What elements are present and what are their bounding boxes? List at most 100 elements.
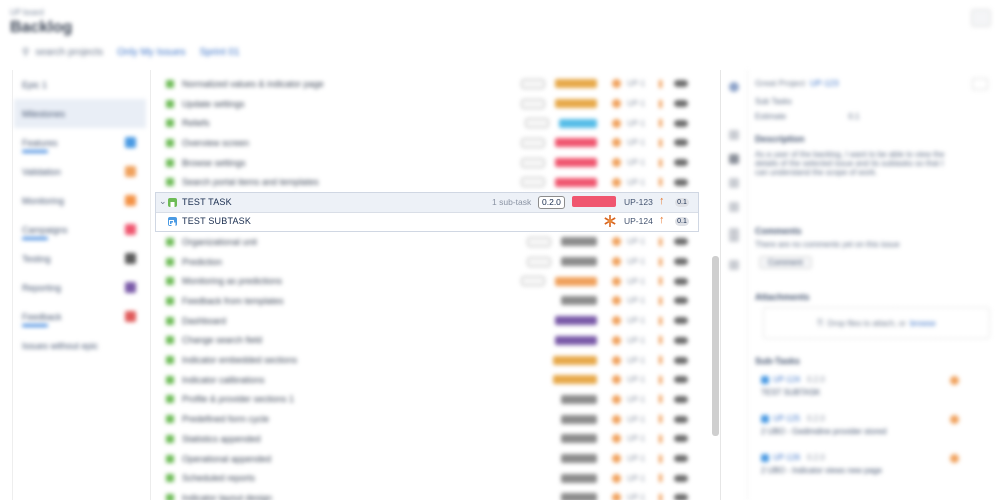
- subtask-key[interactable]: UP-124: [773, 375, 800, 384]
- chevron-down-icon[interactable]: ⌄: [159, 196, 167, 207]
- assignee-avatar[interactable]: [612, 257, 621, 267]
- issue-key[interactable]: UP-1: [627, 79, 645, 88]
- assignee-avatar[interactable]: [603, 214, 617, 228]
- subtasks-icon[interactable]: [729, 228, 739, 242]
- list-scrollbar[interactable]: [712, 256, 719, 436]
- attachments-dropzone[interactable]: ⎘ Drop files to attach, or browse: [763, 307, 990, 339]
- issue-key[interactable]: UP-1: [627, 375, 645, 384]
- issue-key[interactable]: UP-1: [627, 277, 645, 286]
- assignee-avatar[interactable]: [612, 473, 621, 483]
- assignee-avatar[interactable]: [612, 118, 621, 128]
- description-icon[interactable]: [729, 154, 739, 164]
- issue-key[interactable]: UP-1: [627, 296, 645, 305]
- task-row[interactable]: Dashboard UP-1: [157, 311, 697, 331]
- epic-item[interactable]: Campaigns: [14, 215, 146, 244]
- assignee-avatar[interactable]: [612, 99, 621, 109]
- issue-key[interactable]: UP-1: [627, 395, 645, 404]
- assignee-avatar[interactable]: [612, 454, 621, 464]
- header-menu-button[interactable]: [971, 9, 991, 27]
- search-field[interactable]: ⚲ search projects: [22, 47, 103, 58]
- issue-key[interactable]: UP-1: [627, 158, 645, 167]
- task-row[interactable]: Update settings UP-1: [157, 94, 697, 114]
- selected-subtask-row[interactable]: TEST SUBTASK UP-124 ↑ 0.1: [156, 212, 698, 231]
- assignee-avatar[interactable]: [612, 296, 621, 306]
- task-row[interactable]: Feedback from templates UP-1: [157, 291, 697, 311]
- assignee-avatar[interactable]: [612, 375, 621, 385]
- assignee-avatar[interactable]: [950, 454, 959, 463]
- details-icon[interactable]: [729, 130, 739, 140]
- subtask-key[interactable]: UP-126: [773, 453, 800, 462]
- task-row[interactable]: Prediction UP-1: [157, 252, 697, 272]
- epic-item[interactable]: Monitoring: [14, 186, 146, 215]
- links-icon[interactable]: [729, 260, 739, 270]
- issue-key[interactable]: UP-1: [627, 257, 645, 266]
- issue-key[interactable]: UP-1: [627, 99, 645, 108]
- epic-item[interactable]: Issues without epic: [14, 331, 146, 360]
- issue-key[interactable]: UP-1: [627, 474, 645, 483]
- epic-item[interactable]: Milestones: [14, 99, 146, 128]
- epic-item[interactable]: Epic 1: [14, 70, 146, 99]
- breadcrumb[interactable]: UP board: [10, 8, 44, 17]
- task-row[interactable]: Profile & provider sections 1 UP-1: [157, 390, 697, 410]
- assignee-avatar[interactable]: [612, 276, 621, 286]
- assignee-avatar[interactable]: [612, 414, 621, 424]
- issue-key[interactable]: UP-1: [627, 454, 645, 463]
- close-icon[interactable]: [972, 78, 988, 90]
- epic-item[interactable]: Validation: [14, 157, 146, 186]
- assignee-avatar[interactable]: [612, 316, 621, 326]
- subtask-item[interactable]: UP-125 0.2.0 2 UBO - Gedimdine provider st…: [761, 413, 981, 443]
- task-row[interactable]: Change search field UP-1: [157, 331, 697, 351]
- task-row[interactable]: Scheduled reports UP-1: [157, 468, 697, 488]
- task-row[interactable]: Normalized values & indicator page UP-1: [157, 74, 697, 94]
- task-row[interactable]: Monitoring as predictions UP-1: [157, 271, 697, 291]
- attachments-icon[interactable]: [729, 202, 739, 212]
- epic-item[interactable]: Testing: [14, 244, 146, 273]
- panel-toggle-strip[interactable]: [0, 70, 13, 500]
- subtask-item[interactable]: UP-124 0.2.0 TEST SUBTASK: [761, 374, 981, 404]
- epic-item[interactable]: Features: [14, 128, 146, 157]
- issue-key[interactable]: UP-1: [627, 434, 645, 443]
- assignee-avatar[interactable]: [612, 355, 621, 365]
- assignee-avatar[interactable]: [950, 376, 959, 385]
- issue-key[interactable]: UP-1: [627, 493, 645, 500]
- task-row[interactable]: Overview screen UP-1: [157, 133, 697, 153]
- task-row[interactable]: Search portal items and templates UP-1: [157, 173, 697, 193]
- quick-filter-2[interactable]: Sprint 01: [200, 47, 240, 58]
- task-row[interactable]: Statistics appended UP-1: [157, 429, 697, 449]
- issue-key[interactable]: UP-1: [627, 415, 645, 424]
- issue-key[interactable]: UP-1: [627, 356, 645, 365]
- issue-key[interactable]: UP-1: [627, 119, 645, 128]
- selected-task-row[interactable]: ⌄ TEST TASK 1 sub-task 0.2.0 UP-123 ↑ 0.…: [156, 193, 698, 213]
- issue-key[interactable]: UP-123: [624, 197, 653, 207]
- task-row[interactable]: Indicator embedded sections UP-1: [157, 350, 697, 370]
- task-row[interactable]: Organizational unit UP-1: [157, 232, 697, 252]
- assignee-avatar[interactable]: [950, 415, 959, 424]
- subtask-item[interactable]: UP-126 0.2.0 2 UBO - Indicator views new p…: [761, 452, 981, 482]
- assignee-avatar[interactable]: [612, 237, 621, 247]
- epic-item[interactable]: Feedback: [14, 302, 146, 331]
- task-row[interactable]: Indicator calibrations UP-1: [157, 370, 697, 390]
- issue-key[interactable]: UP-1: [627, 237, 645, 246]
- comment-button[interactable]: Comment: [759, 256, 812, 269]
- assignee-avatar[interactable]: [612, 335, 621, 345]
- task-row[interactable]: Predefined form cycle UP-1: [157, 409, 697, 429]
- issue-key[interactable]: UP-1: [627, 178, 645, 187]
- assignee-avatar[interactable]: [612, 493, 621, 500]
- issue-key[interactable]: UP-1: [627, 316, 645, 325]
- assignee-avatar[interactable]: [612, 394, 621, 404]
- task-row[interactable]: Reliefs UP-1: [157, 113, 697, 133]
- detail-issue-key[interactable]: UP-123: [810, 78, 839, 88]
- issue-key[interactable]: UP-1: [627, 138, 645, 147]
- assignee-avatar[interactable]: [612, 138, 621, 148]
- task-row[interactable]: Browse settings UP-1: [157, 153, 697, 173]
- issue-key[interactable]: UP-1: [627, 336, 645, 345]
- subtask-key[interactable]: UP-125: [773, 414, 800, 423]
- description-text[interactable]: As a user of the backlog, I want to be a…: [755, 150, 955, 177]
- task-row[interactable]: Operational appended UP-1: [157, 449, 697, 469]
- assignee-avatar[interactable]: [612, 434, 621, 444]
- assignee-avatar[interactable]: [612, 158, 621, 168]
- comments-icon[interactable]: [729, 178, 739, 188]
- task-row[interactable]: Indicator layout design UP-1: [157, 488, 697, 500]
- attachments-browse-link[interactable]: browse: [910, 319, 936, 328]
- subtask-key[interactable]: UP-124: [624, 216, 653, 226]
